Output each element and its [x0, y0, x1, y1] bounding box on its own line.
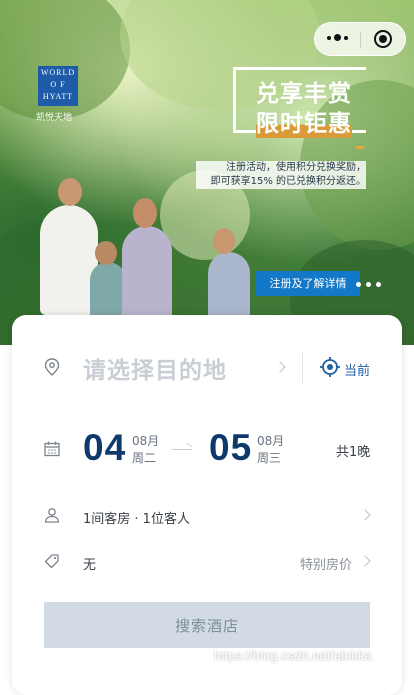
location-pin-icon	[44, 358, 60, 376]
carousel-dot[interactable]	[376, 282, 381, 287]
person-head	[95, 241, 117, 265]
promo-headline-1: 兑享丰赏	[256, 81, 352, 107]
rooms-guests-row[interactable]: 1间客房 · 1位客人	[12, 495, 402, 540]
crosshair-location-icon[interactable]	[319, 356, 341, 378]
capsule-divider	[360, 32, 361, 48]
register-cta-button[interactable]: 注册及了解详情	[256, 271, 360, 296]
logo-subtitle: 凯悦天地	[36, 113, 73, 123]
special-rate-row[interactable]: 无 特别房价	[12, 540, 402, 585]
person-head	[213, 228, 235, 254]
chevron-right-icon	[274, 361, 286, 373]
logo-line: WORLD	[40, 68, 76, 77]
rooms-guests-value: 1间客房 · 1位客人	[83, 512, 190, 527]
nights-count: 共1晚	[336, 445, 371, 460]
calendar-icon	[44, 441, 60, 457]
chevron-right-icon	[359, 555, 371, 567]
person-figure	[208, 252, 250, 320]
current-location-button[interactable]: 当前	[344, 360, 370, 379]
more-dots-icon[interactable]	[327, 34, 348, 41]
carousel-indicator[interactable]	[356, 282, 381, 287]
hotel-search-card: 请选择目的地 当前 04 08月 周二 05 08月 周三 共1晚 1间客房 ·…	[12, 315, 402, 695]
destination-placeholder[interactable]: 请选择目的地	[83, 351, 227, 385]
promo-description: 注册活动，使用积分兑换奖励， 即可获享15% 的已兑换积分返还。	[196, 161, 366, 189]
promo-accent-dash	[356, 146, 364, 149]
checkin-day[interactable]: 04	[83, 427, 126, 469]
watermark-text: https://blog.csdn.net/alokka	[214, 648, 372, 663]
promo-description-line: 即可获享15% 的已兑换积分返还。	[210, 176, 366, 187]
promo-headline-2: 限时钜惠	[256, 104, 352, 138]
target-circle-icon[interactable]	[374, 30, 392, 48]
user-icon	[44, 508, 60, 523]
logo-line: O F	[50, 80, 66, 89]
chevron-right-icon	[359, 509, 371, 521]
vertical-divider	[302, 352, 303, 383]
miniprogram-capsule	[314, 22, 406, 56]
hero-banner[interactable]: WORLD O F HYATT 凯悦天地 兑享丰赏 限时钜惠 注册活动，使用积分…	[0, 0, 414, 345]
checkin-month: 08月	[132, 434, 160, 448]
special-rate-label: 特别房价	[300, 558, 353, 573]
logo-line: HYATT	[42, 92, 74, 101]
carousel-dot[interactable]	[356, 282, 361, 287]
special-rate-value: 无	[83, 558, 97, 573]
tag-icon	[44, 554, 59, 569]
world-of-hyatt-logo: WORLD O F HYATT	[38, 66, 78, 106]
person-head	[133, 198, 157, 228]
checkout-month: 08月	[257, 434, 285, 448]
search-hotels-button[interactable]: 搜索酒店	[44, 602, 370, 648]
checkout-day[interactable]: 05	[209, 427, 252, 469]
person-head	[58, 178, 82, 206]
person-figure	[90, 262, 126, 322]
carousel-dot[interactable]	[366, 282, 371, 287]
checkin-weekday: 周二	[132, 451, 157, 465]
date-arrow-icon	[172, 449, 192, 450]
promo-description-line: 注册活动，使用积分兑换奖励，	[226, 162, 366, 173]
person-figure	[122, 226, 172, 320]
checkout-weekday: 周三	[257, 451, 282, 465]
destination-row[interactable]: 请选择目的地 当前	[12, 315, 402, 415]
